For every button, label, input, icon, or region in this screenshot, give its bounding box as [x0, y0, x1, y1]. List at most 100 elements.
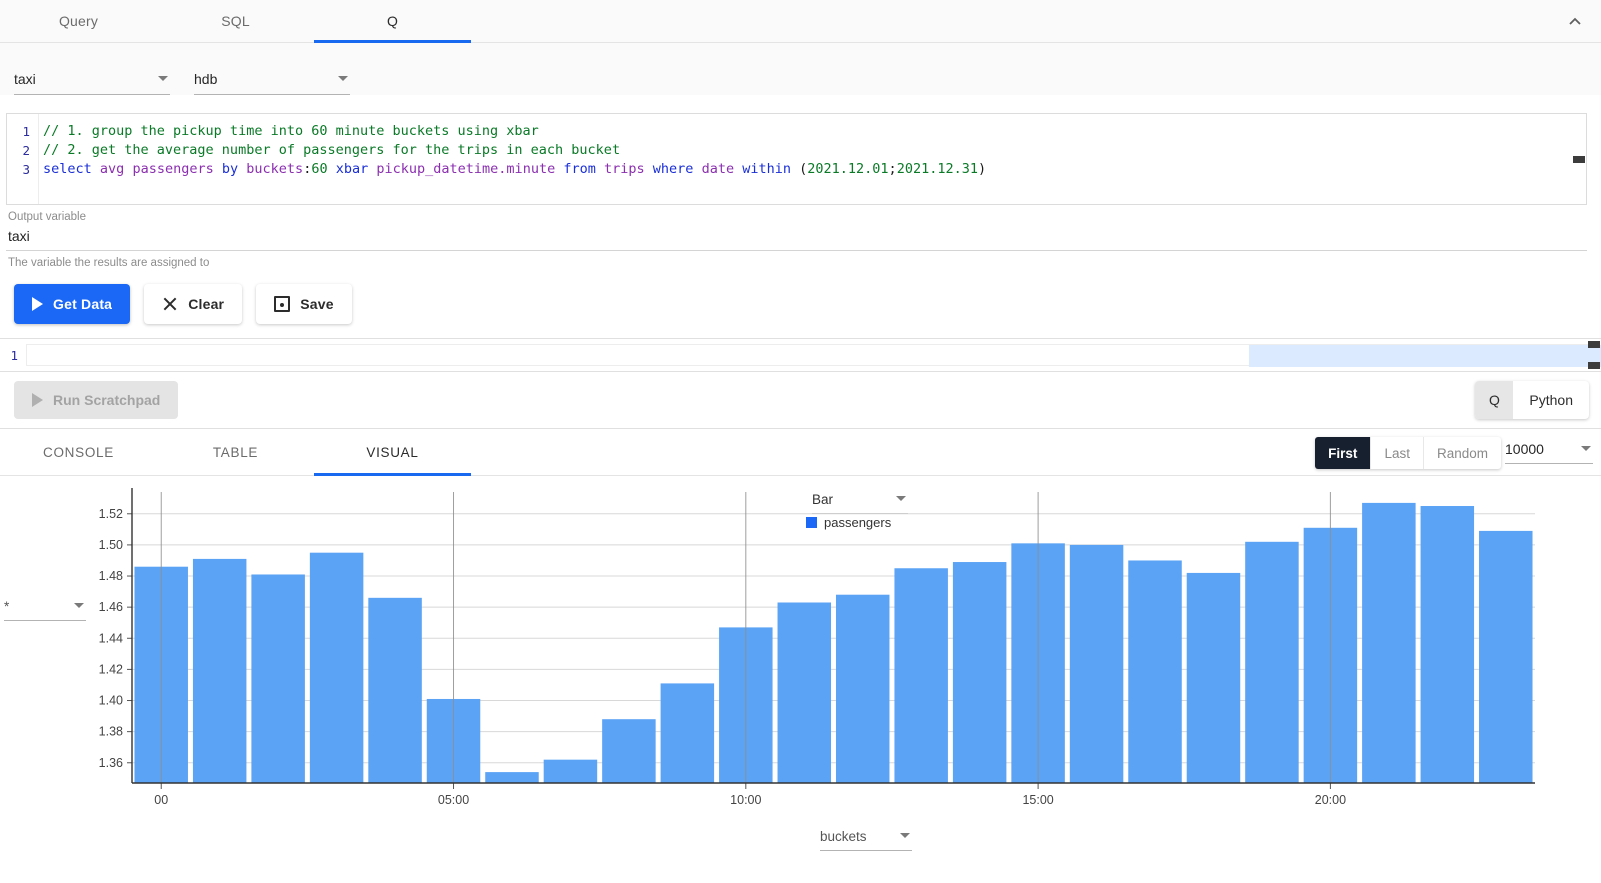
query-editor[interactable]: 1 // 1. group the pickup time into 60 mi… — [6, 113, 1587, 205]
scratchpad-scrollbar-thumb-bottom[interactable] — [1588, 362, 1600, 369]
output-variable-input[interactable]: taxi — [6, 223, 1587, 251]
y-tick-label: 1.50 — [99, 538, 123, 552]
bar — [485, 772, 538, 783]
bar — [602, 719, 655, 783]
bar — [193, 559, 246, 783]
code-line-text: select avg passengers by buckets:60 xbar… — [39, 160, 986, 179]
database-select-value: hdb — [194, 71, 217, 87]
x-tick-label: 05:00 — [438, 793, 469, 807]
save-button-label: Save — [300, 296, 334, 312]
x-tick-label: 15:00 — [1022, 793, 1053, 807]
code-line-text: // 1. group the pickup time into 60 minu… — [39, 122, 539, 141]
sample-mode-group: First Last Random — [1315, 437, 1501, 469]
sample-mode-last-label: Last — [1384, 446, 1410, 461]
chevron-down-icon — [900, 833, 910, 838]
connection-select[interactable]: taxi — [14, 71, 170, 95]
chevron-up-icon[interactable] — [1563, 10, 1587, 34]
line-number: 1 — [7, 122, 39, 141]
line-number: 2 — [7, 141, 39, 160]
gutter-divider — [38, 114, 39, 204]
tab-query[interactable]: Query — [0, 0, 157, 42]
bar — [1128, 560, 1181, 783]
x-tick-label: 10:00 — [730, 793, 761, 807]
editor-scrollbar-thumb[interactable] — [1573, 156, 1585, 163]
y-tick-label: 1.44 — [99, 631, 123, 645]
tab-q-label: Q — [387, 13, 398, 29]
scratchpad-scrollbar-thumb-top[interactable] — [1588, 341, 1600, 348]
bar — [894, 568, 947, 783]
connection-select-value: taxi — [14, 71, 36, 87]
database-select[interactable]: hdb — [194, 71, 350, 95]
save-button[interactable]: Save — [256, 284, 352, 324]
y-tick-label: 1.52 — [99, 507, 123, 521]
selector-row: taxi hdb — [0, 43, 1601, 95]
output-variable-section: Output variable taxi The variable the re… — [6, 211, 1587, 269]
bar — [1187, 573, 1240, 783]
chevron-down-icon — [338, 76, 348, 81]
code-line-text: // 2. get the average number of passenge… — [39, 141, 620, 160]
editor-scrollbar[interactable] — [1572, 114, 1586, 204]
chevron-down-icon — [158, 76, 168, 81]
x-axis-value: buckets — [820, 829, 867, 844]
bar — [1421, 506, 1474, 783]
bar — [368, 598, 421, 783]
line-number: 3 — [7, 160, 39, 179]
get-data-button-label: Get Data — [53, 296, 112, 312]
language-toggle-q[interactable]: Q — [1475, 381, 1513, 419]
chevron-down-icon — [1581, 446, 1591, 451]
x-tick-label: 00 — [154, 793, 168, 807]
language-toggle-python[interactable]: Python — [1513, 381, 1589, 419]
language-tabs: Query SQL Q — [0, 0, 471, 42]
bar — [953, 562, 1006, 783]
y-tick-label: 1.46 — [99, 600, 123, 614]
output-variable-hint: The variable the results are assigned to — [6, 251, 1587, 269]
run-scratchpad-row: Run Scratchpad Q Python — [0, 372, 1601, 429]
save-icon — [274, 296, 290, 312]
scratchpad-active-line-highlight — [1249, 345, 1601, 367]
get-data-button[interactable]: Get Data — [14, 284, 130, 324]
action-button-row: Get Data Clear Save — [0, 269, 1601, 324]
row-limit-select[interactable]: 10000 — [1505, 441, 1593, 464]
tab-visual-label: VISUAL — [366, 445, 418, 460]
y-tick-label: 1.42 — [99, 662, 123, 676]
query-editor-content[interactable]: 1 // 1. group the pickup time into 60 mi… — [7, 114, 1586, 204]
tab-q[interactable]: Q — [314, 0, 471, 42]
tab-table-label: TABLE — [213, 445, 258, 460]
scratchpad-line-number: 1 — [0, 348, 26, 363]
results-tab-bar: CONSOLE TABLE VISUAL First Last Random 1… — [0, 429, 1601, 476]
query-console-app: Query SQL Q taxi hdb — [0, 0, 1601, 883]
sample-mode-random-label: Random — [1437, 446, 1488, 461]
visual-chart-panel: Bar passengers * 1.361.381.401.421.441.4… — [0, 476, 1601, 883]
sample-mode-first[interactable]: First — [1315, 437, 1371, 469]
sample-mode-random[interactable]: Random — [1424, 437, 1501, 469]
language-toggle: Q Python — [1475, 381, 1589, 419]
tab-sql[interactable]: SQL — [157, 0, 314, 42]
tab-console[interactable]: CONSOLE — [0, 429, 157, 475]
language-toggle-q-label: Q — [1489, 392, 1500, 408]
bar — [836, 595, 889, 783]
output-variable-label: Output variable — [6, 211, 1587, 223]
tab-query-label: Query — [59, 13, 98, 29]
x-axis-select[interactable]: buckets — [820, 828, 912, 851]
bar — [1362, 503, 1415, 783]
language-tab-bar: Query SQL Q — [0, 0, 1601, 43]
play-icon — [32, 393, 43, 407]
y-tick-label: 1.48 — [99, 569, 123, 583]
code-line: 1 // 1. group the pickup time into 60 mi… — [7, 122, 1586, 141]
tab-table[interactable]: TABLE — [157, 429, 314, 475]
run-scratchpad-button[interactable]: Run Scratchpad — [14, 381, 178, 419]
y-tick-label: 1.38 — [99, 725, 123, 739]
sample-mode-last[interactable]: Last — [1371, 437, 1424, 469]
close-icon — [162, 296, 178, 312]
code-line: 3 select avg passengers by buckets:60 xb… — [7, 160, 1586, 179]
scratchpad-editor[interactable]: 1 — [0, 338, 1601, 372]
sample-mode-first-label: First — [1328, 446, 1357, 461]
tab-visual[interactable]: VISUAL — [314, 429, 471, 475]
x-tick-label: 20:00 — [1315, 793, 1346, 807]
clear-button[interactable]: Clear — [144, 284, 242, 324]
tab-sql-label: SQL — [221, 13, 250, 29]
bar-chart[interactable]: 1.361.381.401.421.441.461.481.501.520005… — [0, 476, 1601, 883]
bar — [1070, 545, 1123, 783]
bar — [1245, 542, 1298, 783]
bar — [310, 553, 363, 783]
